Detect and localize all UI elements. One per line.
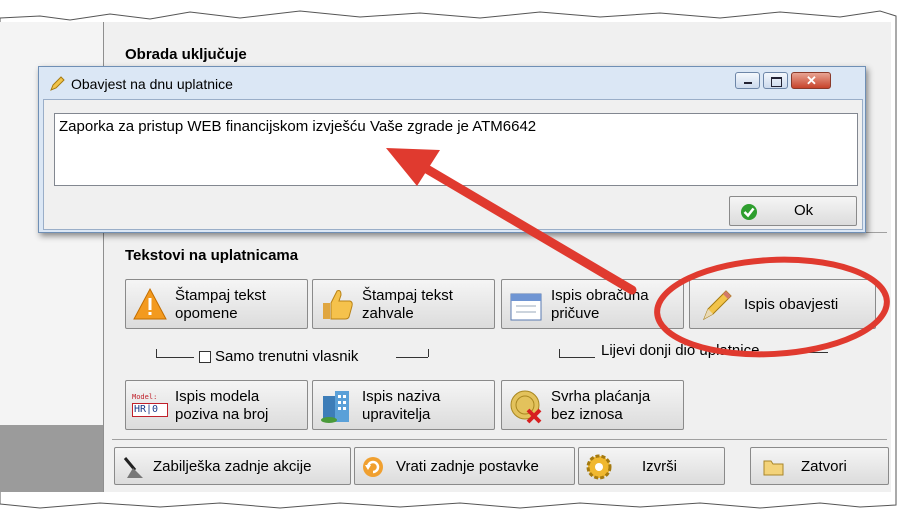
maximize-button[interactable] [763, 72, 788, 89]
model-icon: Model: HR|0 [132, 391, 168, 421]
building-icon [321, 391, 349, 423]
no-money-icon [510, 390, 542, 424]
print-model-button[interactable]: Model: HR|0 Ispis modela poziva na broj [125, 380, 308, 430]
bracket2-left-line [559, 357, 595, 358]
print-reserve-calc-button[interactable]: Ispis obračuna pričuve [501, 279, 684, 329]
calendar-icon [510, 293, 542, 321]
bracket-right [428, 349, 429, 357]
print-manager-name-label: Ispis naziva upravitelja [362, 388, 441, 423]
broom-icon [123, 457, 143, 478]
restore-settings-button[interactable]: Vrati zadnje postavke [354, 447, 575, 485]
print-notice-button[interactable]: Ispis obavjesti [689, 279, 876, 329]
thumbs-up-icon [323, 290, 353, 320]
execute-label: Izvrši [642, 458, 677, 475]
bottom-left-part-label: Lijevi donji dio uplatnice [601, 342, 760, 359]
notice-dialog: Obavjest na dnu uplatnice ✕ Zaporka za p… [38, 66, 866, 233]
bracket2-right-line [792, 352, 828, 353]
close-button[interactable]: Zatvori [750, 447, 889, 485]
print-praise-button[interactable]: Štampaj tekst zahvale [312, 279, 495, 329]
print-warning-button[interactable]: Štampaj tekst opomene [125, 279, 308, 329]
print-manager-name-button[interactable]: Ispis naziva upravitelja [312, 380, 495, 430]
gear-icon [586, 454, 612, 480]
bracket2-left [559, 349, 560, 357]
print-model-label: Ispis modela poziva na broj [175, 388, 269, 423]
minimize-button[interactable] [735, 72, 760, 89]
bracket-left [156, 349, 157, 357]
execute-button[interactable]: Izvrši [578, 447, 725, 485]
last-action-note-label: Zabilješka zadnje akcije [153, 458, 312, 475]
close-window-button[interactable]: ✕ [791, 72, 831, 89]
ok-button[interactable]: Ok [729, 196, 857, 226]
ok-label: Ok [794, 202, 814, 219]
payment-purpose-label: Svrha plaćanja bez iznosa [551, 388, 651, 423]
payment-purpose-button[interactable]: Svrha plaćanja bez iznosa [501, 380, 684, 430]
close-x-icon: ✕ [806, 73, 817, 88]
section-title-texts: Tekstovi na uplatnicama [125, 247, 299, 264]
restore-settings-label: Vrati zadnje postavke [396, 458, 539, 475]
last-action-note-button[interactable]: Zabilješka zadnje akcije [114, 447, 351, 485]
restore-icon [363, 457, 383, 477]
warning-icon [133, 287, 167, 320]
pencil-icon [703, 290, 732, 321]
divider-bottom [112, 439, 887, 440]
print-praise-label: Štampaj tekst zahvale [362, 287, 453, 322]
left-background-gray [0, 425, 103, 492]
pencil-icon [50, 76, 65, 91]
current-owner-label: Samo trenutni vlasnik [215, 348, 359, 365]
current-owner-checkbox[interactable] [199, 351, 211, 363]
print-notice-label: Ispis obavjesti [744, 296, 839, 313]
section-title-processing: Obrada uključuje [125, 46, 247, 63]
dialog-title: Obavjest na dnu uplatnice [71, 76, 233, 92]
folder-icon [763, 460, 784, 476]
notice-text: Zaporka za pristup WEB financijskom izvj… [59, 118, 537, 135]
notice-text-area[interactable]: Zaporka za pristup WEB financijskom izvj… [54, 113, 858, 186]
print-reserve-calc-label: Ispis obračuna pričuve [551, 287, 649, 322]
close-label: Zatvori [801, 458, 847, 475]
dialog-body: Zaporka za pristup WEB financijskom izvj… [43, 99, 863, 230]
print-warning-label: Štampaj tekst opomene [175, 287, 266, 322]
bracket-right-line [396, 357, 428, 358]
bracket-left-line [156, 357, 194, 358]
check-icon [741, 204, 757, 220]
